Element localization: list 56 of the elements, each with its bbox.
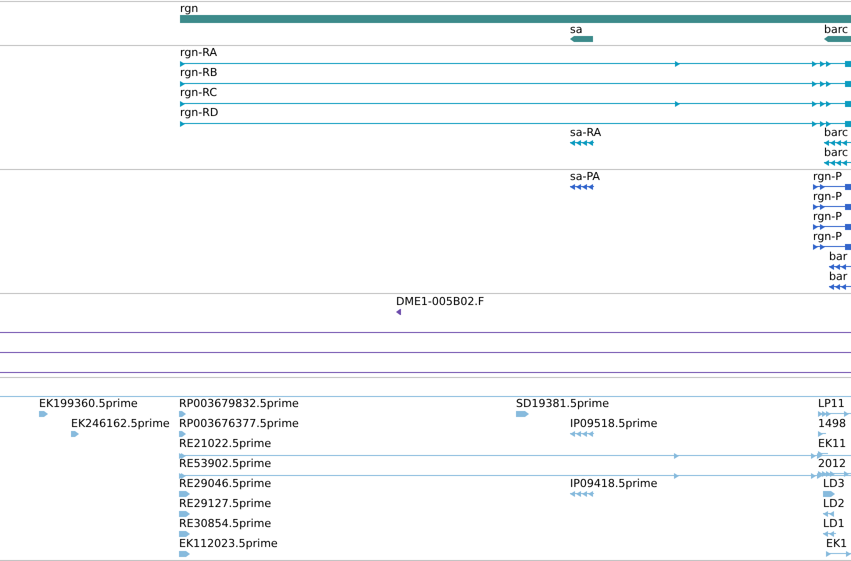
feature-label: rgn-P (813, 171, 842, 183)
feature-glyph[interactable] (570, 36, 593, 42)
feature-label: rgn-P (813, 211, 842, 223)
feature-glyph[interactable] (813, 224, 851, 230)
feature-glyph[interactable] (824, 160, 851, 166)
feature-label: LD3 (823, 478, 845, 490)
feature-label: IP09518.5prime (570, 418, 658, 430)
feature-label: RE29046.5prime (179, 478, 272, 490)
feature-label: 1498 (818, 418, 846, 430)
feature-glyph[interactable] (180, 81, 851, 87)
feature-glyph[interactable] (829, 284, 851, 290)
feature-label: barc (824, 127, 848, 139)
feature-glyph[interactable] (180, 61, 851, 67)
feature-label: barc (824, 147, 848, 159)
feature-label: DME1-005B02.F (396, 296, 484, 308)
feature-label: sa (570, 24, 582, 36)
feature-glyph[interactable] (813, 184, 851, 190)
feature-label: LD2 (823, 498, 845, 510)
feature-label: EK1 (826, 538, 848, 550)
feature-label: bar (829, 271, 848, 283)
feature-label: RP003676377.5prime (179, 418, 299, 430)
feature-glyph[interactable] (570, 140, 594, 146)
feature-glyph[interactable] (829, 264, 851, 270)
feature-glyph[interactable] (813, 244, 851, 250)
feature-label: rgn-RB (180, 67, 218, 79)
feature-glyph[interactable] (570, 184, 594, 190)
feature-label: EK246162.5prime (71, 418, 170, 430)
feature-label: barc (824, 24, 848, 36)
feature-label: SD19381.5prime (516, 398, 609, 410)
feature-label: rgn (180, 3, 198, 15)
feature-label: RE53902.5prime (179, 458, 272, 470)
feature-glyph[interactable] (180, 121, 851, 127)
feature-label: RE21022.5prime (179, 438, 272, 450)
feature-label: EK112023.5prime (179, 538, 278, 550)
feature-label: RE30854.5prime (179, 518, 272, 530)
feature-label: rgn-P (813, 231, 842, 243)
feature-glyph[interactable] (824, 140, 851, 146)
feature-glyph[interactable] (813, 204, 851, 210)
feature-label: IP09418.5prime (570, 478, 658, 490)
feature-label: 2012 (818, 458, 846, 470)
feature-glyph[interactable] (180, 101, 851, 107)
feature-label: EK11 (818, 438, 846, 450)
feature-label: RE29127.5prime (179, 498, 272, 510)
feature-label: rgn-RD (180, 107, 218, 119)
feature-glyph[interactable] (824, 36, 851, 42)
feature-glyph[interactable] (396, 309, 401, 315)
feature-label: bar (829, 251, 848, 263)
feature-label: rgn-RA (180, 47, 217, 59)
feature-label: sa-RA (570, 127, 602, 139)
feature-label: EK199360.5prime (39, 398, 138, 410)
feature-label: LD1 (823, 518, 845, 530)
feature-label: RP003679832.5prime (179, 398, 299, 410)
feature-label: rgn-P (813, 191, 842, 203)
feature-label: sa-PA (570, 171, 600, 183)
feature-label: LP11 (818, 398, 845, 410)
feature-label: rgn-RC (180, 87, 218, 99)
